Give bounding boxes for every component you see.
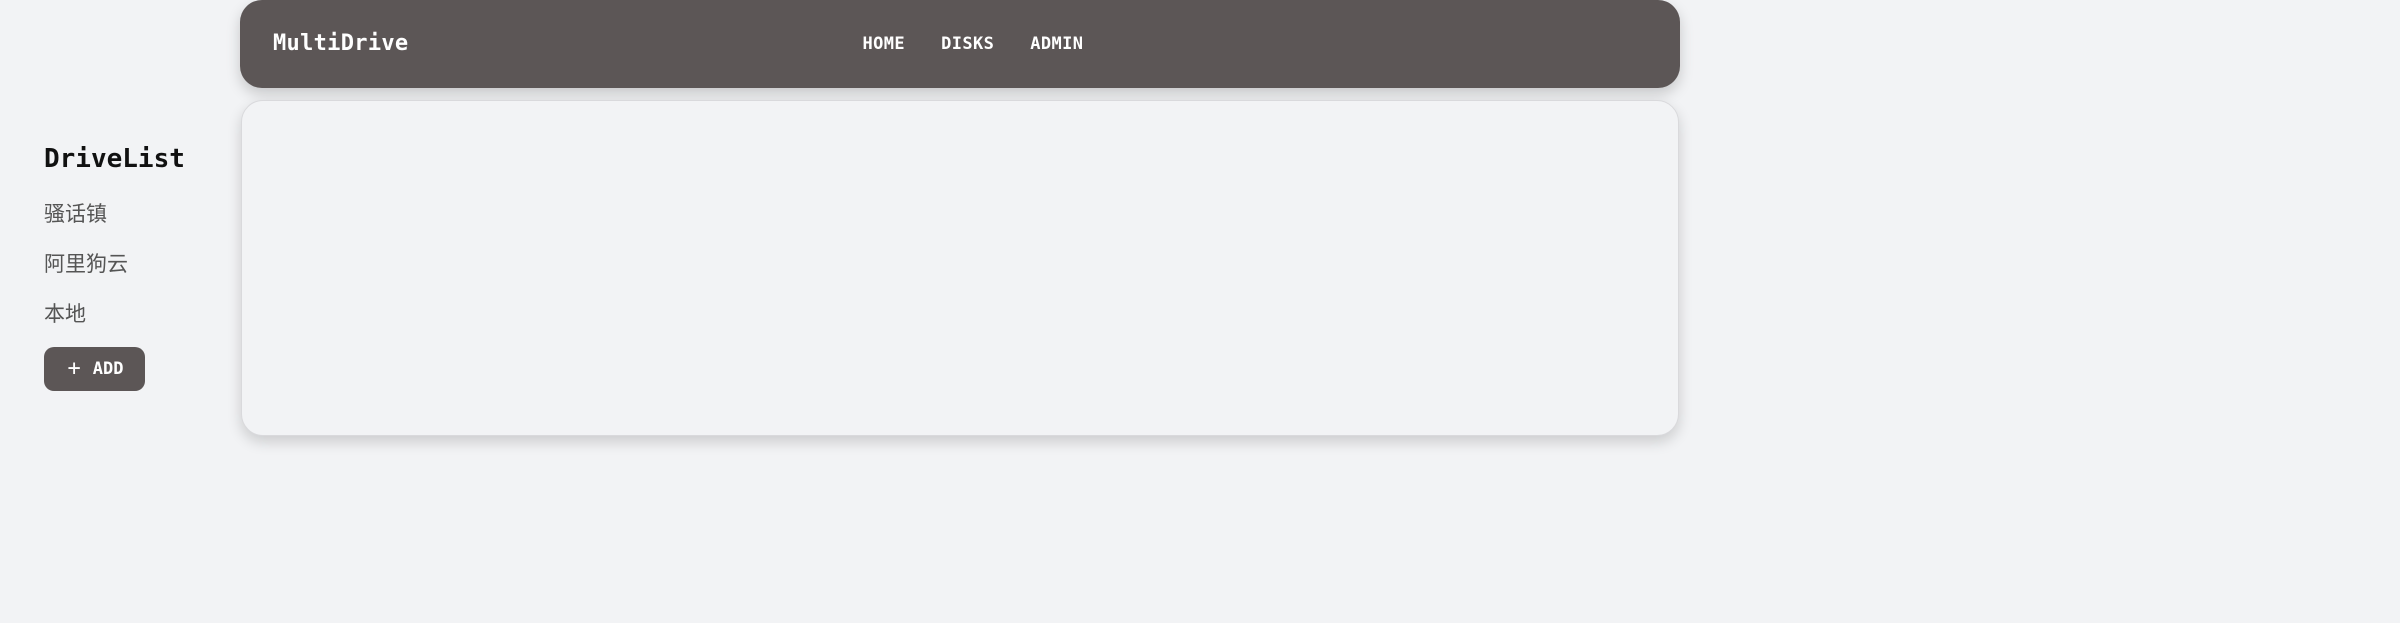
plus-icon: + [67, 356, 81, 381]
add-button-label: ADD [92, 359, 124, 379]
top-navbar: MultiDrive HOME DISKS ADMIN [240, 0, 1680, 88]
drive-list-title: DriveList [44, 144, 185, 174]
nav-link-admin[interactable]: ADMIN [1030, 34, 1083, 54]
add-drive-button[interactable]: + ADD [44, 347, 145, 391]
drive-list-item[interactable]: 骚话镇 [44, 194, 128, 244]
drive-list-item[interactable]: 阿里狗云 [44, 244, 128, 294]
nav-links: HOME DISKS ADMIN [240, 0, 1680, 88]
drive-list-card [241, 100, 1679, 436]
nav-link-disks[interactable]: DISKS [941, 34, 994, 54]
drive-list-item[interactable]: 本地 [44, 294, 128, 344]
drive-list: 骚话镇 阿里狗云 本地 [44, 194, 128, 344]
nav-link-home[interactable]: HOME [863, 34, 906, 54]
